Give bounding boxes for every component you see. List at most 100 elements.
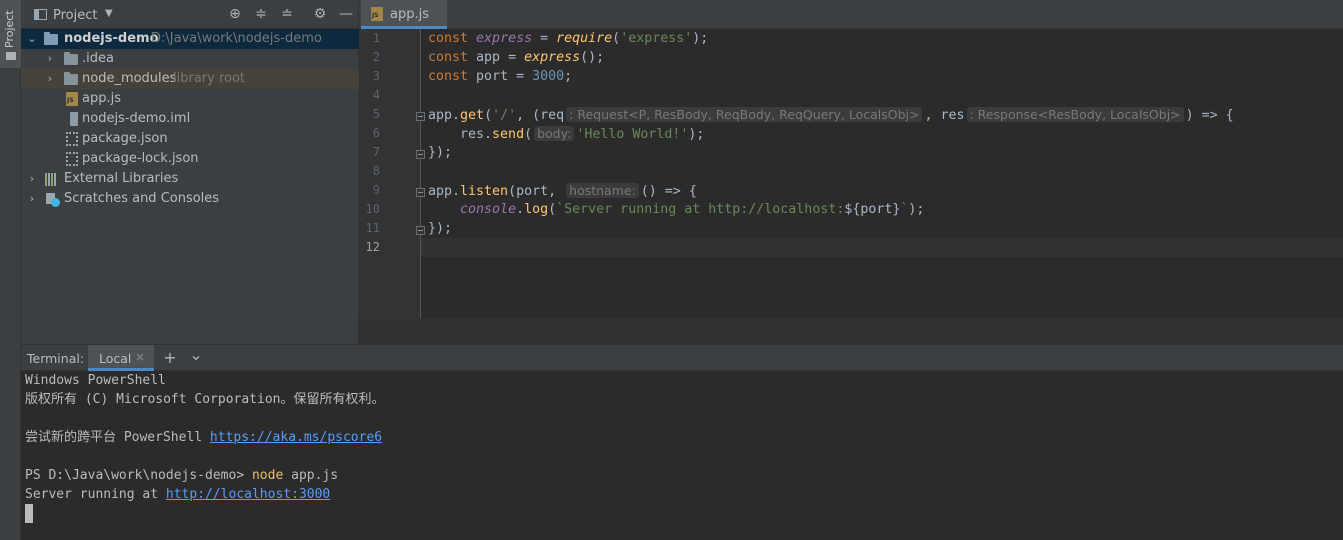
code-line-7: }); — [428, 145, 453, 160]
line-number: 3 — [372, 69, 380, 83]
line-number: 11 — [365, 221, 380, 235]
terminal-cursor — [25, 504, 33, 523]
editor-bottom-area — [359, 318, 1343, 344]
terminal-line: Server running at http://localhost:3000 — [25, 487, 331, 502]
line-number: 6 — [372, 126, 380, 140]
locate-icon[interactable]: ⊕ — [227, 6, 243, 22]
fold-icon[interactable] — [416, 112, 425, 121]
pscore-link[interactable]: https://aka.ms/pscore6 — [210, 430, 382, 445]
tree-item-nodejs-demo-iml[interactable]: nodejs-demo.iml — [21, 109, 359, 129]
tool-window-strip: Project — [0, 0, 21, 540]
project-panel-title[interactable]: Project — [53, 8, 97, 23]
folder-icon — [6, 52, 16, 60]
line-number: 4 — [372, 88, 380, 102]
editor-tab-label: app.js — [390, 7, 429, 22]
terminal-tab-bar: Terminal: Local × + ⌄ — [21, 344, 1343, 371]
terminal-line: Windows PowerShell — [25, 373, 166, 388]
line-number: 9 — [372, 183, 380, 197]
terminal-output[interactable]: Windows PowerShell 版权所有 (C) Microsoft Co… — [21, 371, 1343, 540]
editor-gutter: 1 2 3 4 5 6 7 8 9 10 11 12 — [359, 29, 425, 318]
code-line-2: const app = express(); — [428, 50, 605, 65]
tree-item-library-hint: library root — [173, 71, 246, 86]
line-number: 8 — [372, 164, 380, 178]
tree-item-label: nodejs-demo.iml — [82, 111, 191, 126]
terminal-line: 尝试新的跨平台 PowerShell https://aka.ms/pscore… — [25, 430, 383, 445]
editor-tab-app-js[interactable]: app.js — [361, 0, 447, 29]
line-number: 1 — [372, 31, 380, 45]
parameter-hint: hostname: — [566, 183, 639, 198]
project-view-icon — [34, 9, 47, 20]
gear-icon[interactable]: ⚙ — [312, 6, 328, 22]
fold-icon[interactable] — [416, 188, 425, 197]
line-number: 2 — [372, 50, 380, 64]
tree-item-nodejs-demo[interactable]: ⌄ nodejs-demo D:\Java\work\nodejs-demo — [21, 29, 359, 49]
folder-icon — [64, 52, 78, 65]
fold-icon[interactable] — [416, 226, 425, 235]
add-terminal-icon[interactable]: + — [161, 348, 179, 368]
line-number: 7 — [372, 145, 380, 159]
json-file-icon — [66, 152, 78, 166]
terminal-title: Terminal: — [27, 351, 85, 366]
chevron-right-icon[interactable]: › — [45, 49, 55, 69]
code-editor[interactable]: 1 2 3 4 5 6 7 8 9 10 11 12 const express… — [359, 29, 1343, 318]
tree-item-package-json[interactable]: package.json — [21, 129, 359, 149]
tree-item-package-lock-json[interactable]: package-lock.json — [21, 149, 359, 169]
type-hint: : Response<ResBody, LocalsObj> — [966, 107, 1184, 122]
tree-item-node-modules[interactable]: › node_modules library root — [21, 69, 359, 89]
chevron-down-icon[interactable]: ⌄ — [27, 29, 37, 49]
code-line-9: app.listen(port, hostname:() => { — [428, 183, 697, 199]
tree-item-app-js[interactable]: app.js — [21, 89, 359, 109]
tree-item-path-hint: D:\Java\work\nodejs-demo — [151, 31, 322, 46]
line-number: 5 — [372, 107, 380, 121]
tree-item-label: External Libraries — [64, 171, 179, 186]
line-number: 10 — [365, 202, 380, 216]
tree-item-external-libraries[interactable]: › External Libraries — [21, 169, 359, 189]
terminal-line: 版权所有 (C) Microsoft Corporation。保留所有权利。 — [25, 392, 385, 407]
code-line-6: res.send(body: 'Hello World!'); — [428, 126, 705, 142]
tree-item-label: .idea — [82, 51, 114, 66]
project-panel-header: Project ▼ ⊕ ≑ ≐ ⚙ — — [21, 0, 359, 29]
iml-file-icon — [70, 112, 78, 126]
type-hint: : Request<P, ResBody, ReqBody, ReqQuery,… — [566, 107, 923, 122]
chevron-down-icon[interactable]: ▼ — [105, 8, 113, 19]
localhost-link[interactable]: http://localhost:3000 — [166, 487, 330, 502]
code-line-5: app.get('/', (req: Request<P, ResBody, R… — [428, 107, 1234, 123]
minimize-icon[interactable]: — — [338, 6, 354, 22]
tree-item-label: package-lock.json — [82, 151, 199, 166]
expand-all-icon[interactable]: ≑ — [253, 6, 269, 22]
folder-icon — [64, 72, 78, 85]
terminal-line: PS D:\Java\work\nodejs-demo> node app.js — [25, 468, 339, 483]
module-folder-icon — [44, 32, 58, 45]
terminal-tab-label: Local — [99, 351, 132, 366]
current-line-highlight — [421, 238, 1343, 257]
tree-item-label: app.js — [82, 91, 121, 106]
project-panel: Project ▼ ⊕ ≑ ≐ ⚙ — ⌄ nodejs-demo D:\Jav… — [21, 0, 359, 344]
terminal-tab-local[interactable]: Local × — [88, 345, 154, 371]
code-line-1: const express = require('express'); — [428, 31, 709, 46]
collapse-all-icon[interactable]: ≐ — [279, 6, 295, 22]
code-line-11: }); — [428, 221, 453, 236]
scratches-icon — [46, 193, 60, 207]
tree-item-label: nodejs-demo — [64, 31, 159, 46]
parameter-hint: body: — [534, 126, 575, 141]
close-icon[interactable]: × — [135, 350, 145, 364]
chevron-down-icon[interactable]: ⌄ — [187, 345, 205, 365]
chevron-right-icon[interactable]: › — [27, 169, 37, 189]
chevron-right-icon[interactable]: › — [45, 69, 55, 89]
code-line-10: console.log(`Server running at http://lo… — [460, 202, 925, 217]
tree-item-label: Scratches and Consoles — [64, 191, 220, 206]
chevron-right-icon[interactable]: › — [27, 189, 37, 209]
editor-tab-bar: app.js — [359, 0, 1343, 29]
libraries-icon — [45, 173, 60, 186]
fold-icon[interactable] — [416, 150, 425, 159]
tree-item-scratches[interactable]: › Scratches and Consoles — [21, 189, 359, 209]
tree-item-idea[interactable]: › .idea — [21, 49, 359, 69]
line-number-current: 12 — [365, 240, 380, 254]
tree-item-label: package.json — [82, 131, 168, 146]
project-tool-tab[interactable]: Project — [0, 0, 21, 68]
javascript-file-icon — [371, 7, 383, 21]
javascript-file-icon — [66, 92, 78, 106]
json-file-icon — [66, 132, 78, 146]
tree-item-label: node_modules — [82, 71, 177, 86]
code-line-3: const port = 3000; — [428, 69, 573, 84]
